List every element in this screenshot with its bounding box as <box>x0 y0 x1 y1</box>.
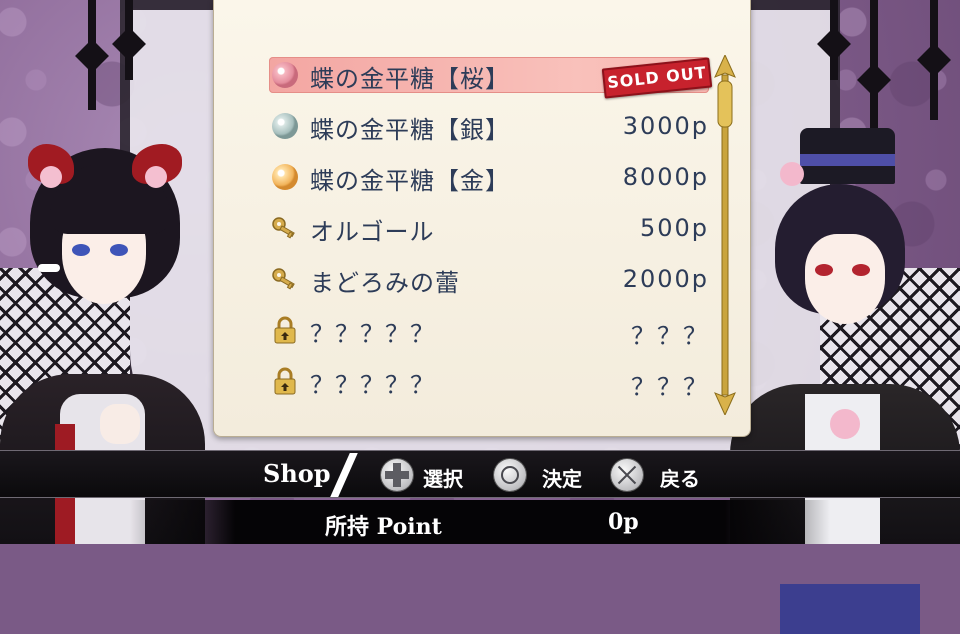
shop-item-row[interactable]: まどろみの蕾 2000p <box>269 261 709 297</box>
item-price: 500p <box>639 214 709 242</box>
shop-item-row[interactable]: ？？？？？？？？ <box>269 363 709 401</box>
key-icon <box>272 268 295 290</box>
item-name: まどろみの蕾 <box>310 269 460 297</box>
item-price: ？？？ <box>631 322 709 350</box>
shop-item-row[interactable]: オルゴール 500p <box>269 210 709 246</box>
item-price: ？？？ <box>631 373 709 401</box>
shop-item-row[interactable]: ？？？？？？？？ <box>269 312 709 350</box>
lock-icon <box>274 367 296 395</box>
circle-button-icon[interactable] <box>494 459 526 491</box>
dpad-icon <box>381 459 413 491</box>
shop-title: Shop <box>263 459 331 488</box>
control-bar: Shop 選択 決定 戻る <box>0 450 960 498</box>
scrollbar[interactable] <box>708 55 742 415</box>
item-name: ？？？？？ <box>310 320 435 348</box>
item-price: 2000p <box>622 265 709 293</box>
iron-spike <box>88 0 96 110</box>
iron-spike <box>930 0 938 120</box>
iron-spike <box>830 0 838 80</box>
back-label: 戻る <box>660 467 700 491</box>
pink-candy-icon <box>272 62 298 88</box>
confirm-label: 決定 <box>542 467 582 491</box>
points-value: 0p <box>608 509 639 535</box>
shop-item-row[interactable]: 蝶の金平糖【金】 8000p <box>269 159 709 195</box>
divider-slash <box>330 453 358 497</box>
silver-candy-icon <box>272 113 298 139</box>
key-icon <box>272 217 295 239</box>
cross-button-icon[interactable] <box>611 459 643 491</box>
item-price: 3000p <box>622 112 709 140</box>
points-bar: 所持 Point 0p <box>130 500 830 544</box>
item-name: 蝶の金平糖【桜】 <box>310 65 510 93</box>
shop-item-row[interactable]: 蝶の金平糖【銀】 3000p <box>269 108 709 144</box>
iron-spike <box>125 0 133 80</box>
shop-panel: 蝶の金平糖【桜】____p蝶の金平糖【銀】3000p蝶の金平糖【金】8000pオ… <box>213 0 751 437</box>
select-label: 選択 <box>423 467 463 491</box>
item-name: オルゴール <box>310 218 435 246</box>
item-price: 8000p <box>622 163 709 191</box>
points-label: 所持 Point <box>325 514 442 540</box>
item-name: 蝶の金平糖【金】 <box>310 167 510 195</box>
item-name: 蝶の金平糖【銀】 <box>310 116 510 144</box>
gold-candy-icon <box>272 164 298 190</box>
item-name: ？？？？？ <box>310 371 435 399</box>
scroll-thumb <box>717 80 733 128</box>
lock-icon <box>274 316 296 344</box>
